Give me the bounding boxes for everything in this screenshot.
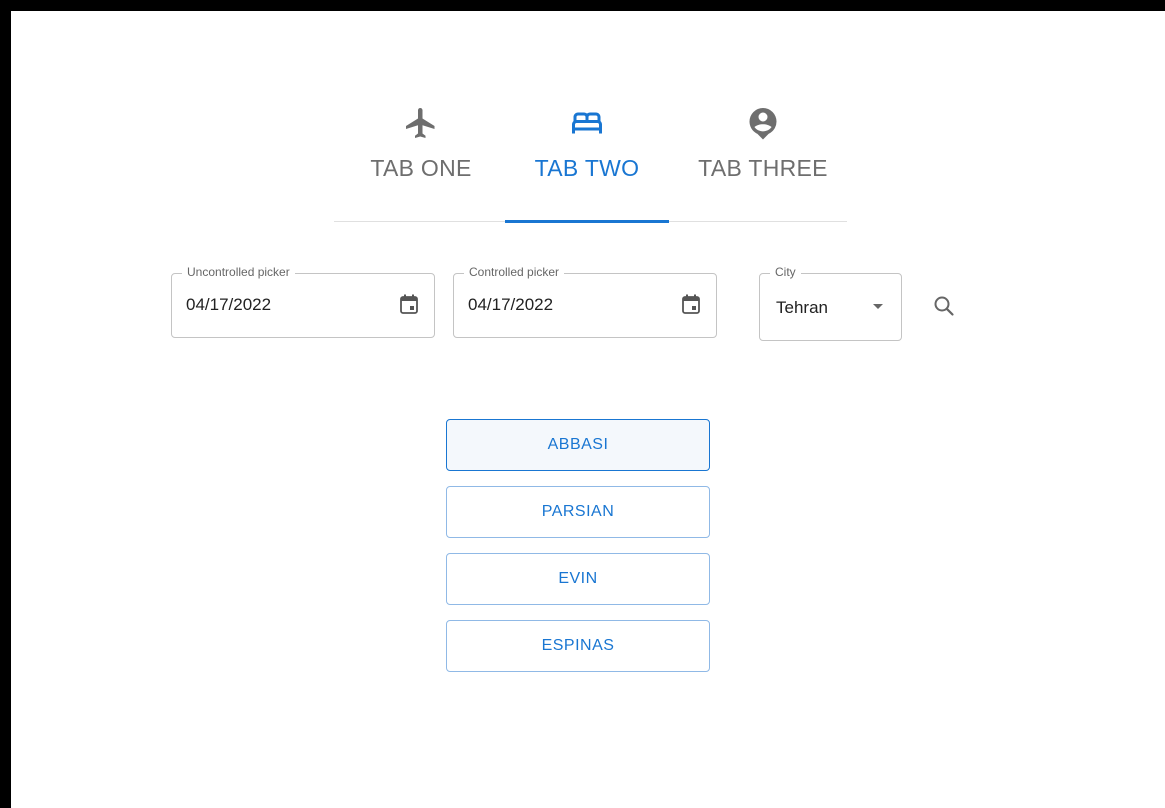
- tab-three-label: TAB THREE: [698, 155, 828, 181]
- controlled-date-picker[interactable]: Controlled picker 04/17/2022: [453, 265, 717, 338]
- city-select[interactable]: City Tehran: [759, 265, 902, 341]
- hotel-button-espinas[interactable]: ESPINAS: [446, 620, 710, 672]
- caret-down-icon[interactable]: [873, 304, 883, 309]
- uncontrolled-picker-label: Uncontrolled picker: [182, 265, 295, 279]
- tab-two-label: TAB TWO: [534, 155, 640, 181]
- calendar-icon[interactable]: [400, 294, 418, 314]
- tab-two[interactable]: TAB TWO: [505, 91, 669, 221]
- hotel-button-evin[interactable]: EVIN: [446, 553, 710, 605]
- uncontrolled-picker-value[interactable]: 04/17/2022: [186, 295, 271, 315]
- hotel-list: ABBASI PARSIAN EVIN ESPINAS: [446, 419, 710, 687]
- calendar-icon[interactable]: [682, 294, 700, 314]
- uncontrolled-date-picker[interactable]: Uncontrolled picker 04/17/2022: [171, 265, 435, 338]
- controlled-picker-value[interactable]: 04/17/2022: [468, 295, 553, 315]
- airplane-icon: [406, 108, 435, 138]
- tab-one[interactable]: TAB ONE: [347, 91, 495, 221]
- tab-three[interactable]: TAB THREE: [679, 91, 847, 221]
- hotel-bed-icon: [572, 112, 602, 134]
- city-value: Tehran: [776, 298, 828, 317]
- tab-bar: TAB ONE TAB TWO TAB THREE: [334, 91, 847, 223]
- hotel-button-abbasi[interactable]: ABBASI: [446, 419, 710, 471]
- tab-indicator: [505, 220, 669, 223]
- hotel-button-parsian[interactable]: PARSIAN: [446, 486, 710, 538]
- app-frame: TAB ONE TAB TWO TAB THREE Uncontrolled p…: [11, 11, 1165, 808]
- search-button[interactable]: [927, 289, 961, 323]
- search-icon: [934, 296, 954, 316]
- account-pin-icon: [749, 108, 777, 140]
- controlled-picker-label: Controlled picker: [464, 265, 565, 279]
- tab-one-label: TAB ONE: [370, 155, 472, 181]
- city-label: City: [770, 265, 801, 279]
